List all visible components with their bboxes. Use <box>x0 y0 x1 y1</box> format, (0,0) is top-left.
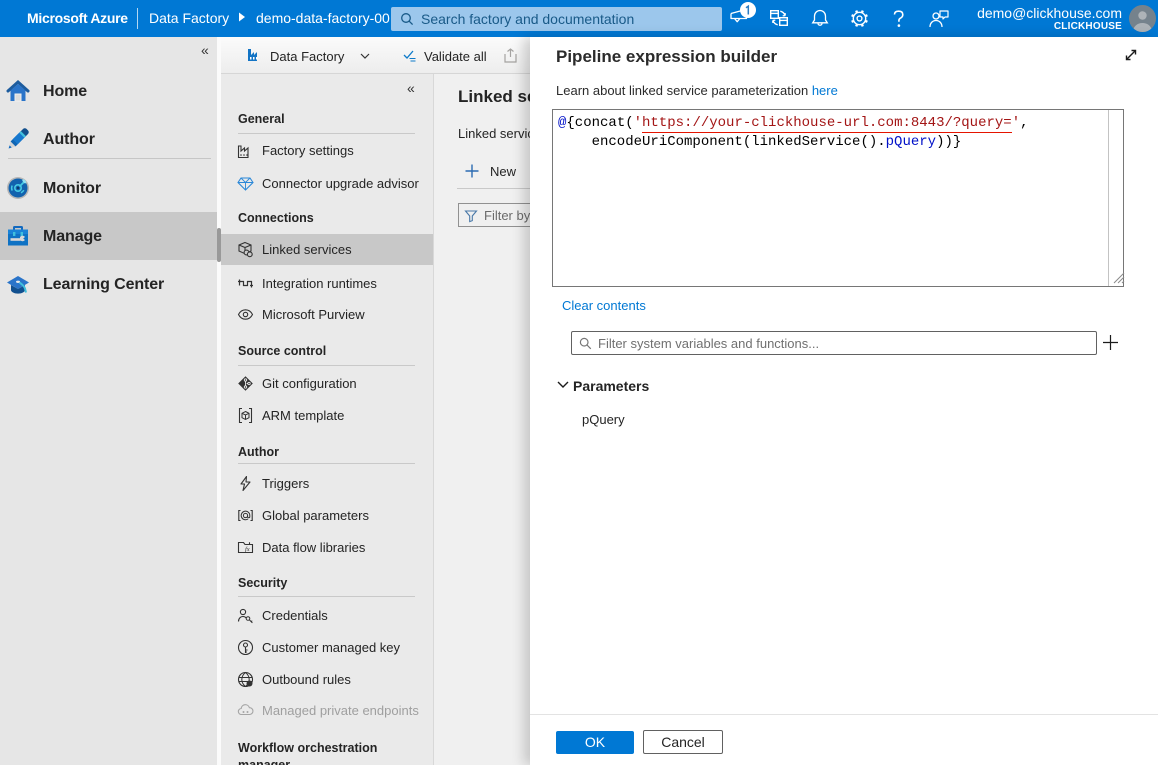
svg-text:fx: fx <box>245 546 250 553</box>
